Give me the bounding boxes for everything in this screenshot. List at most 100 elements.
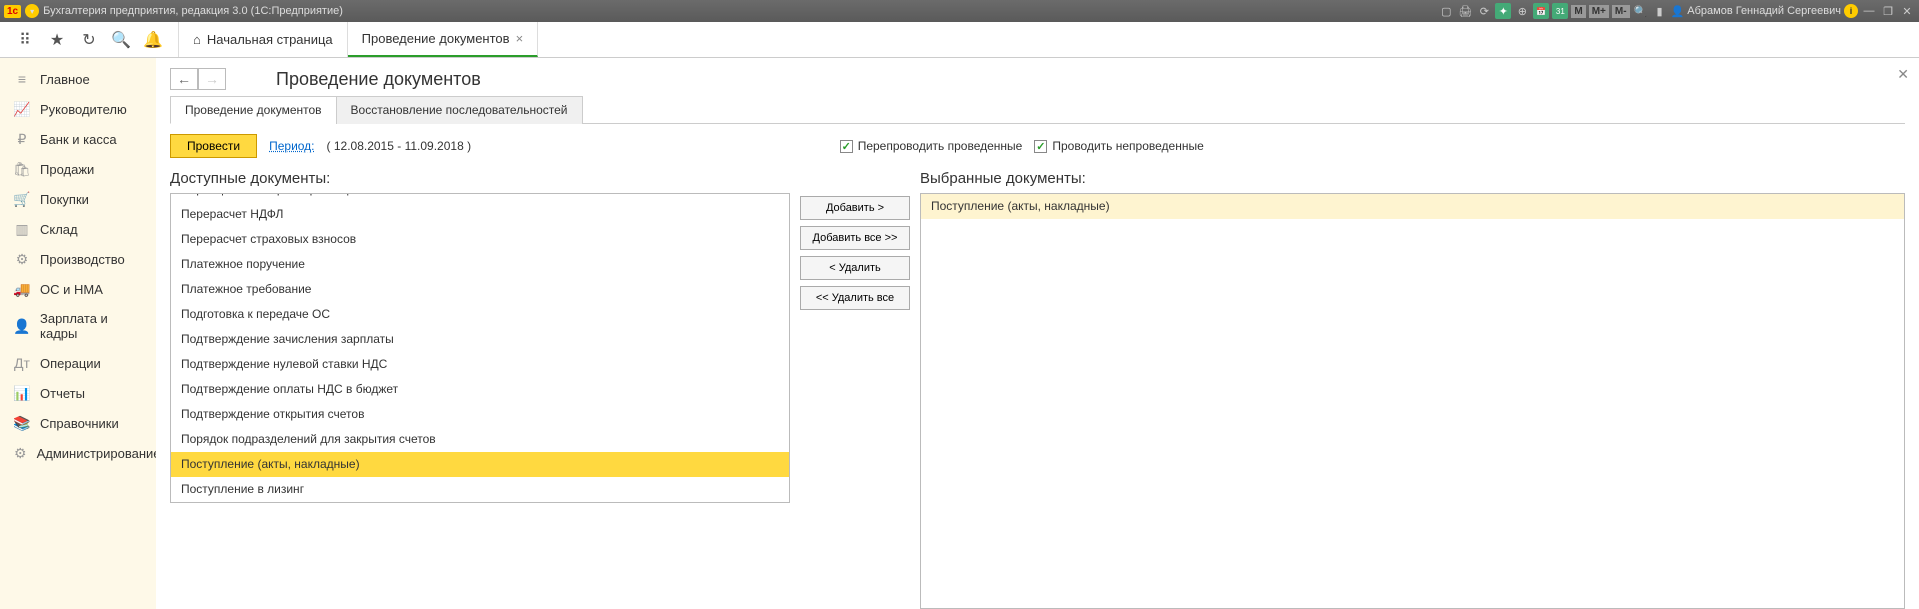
inner-tab-restore[interactable]: Восстановление последовательностей <box>336 96 583 124</box>
sidebar-item-label: Руководителю <box>40 102 127 117</box>
bar-icon[interactable]: ▮ <box>1652 3 1668 19</box>
list-item[interactable]: Порядок подразделений для закрытия счето… <box>171 427 789 452</box>
remove-button[interactable]: < Удалить <box>800 256 910 280</box>
sidebar-item-2[interactable]: ₽ Банк и касса <box>0 124 156 154</box>
sidebar-item-11[interactable]: 📚 Справочники <box>0 408 156 438</box>
sidebar-icon: ⚙ <box>14 445 27 461</box>
available-title: Доступные документы: <box>170 168 790 189</box>
sidebar-item-7[interactable]: 🚚ОС и НМА <box>0 274 156 304</box>
tb-icon-4[interactable]: ✦ <box>1495 3 1511 19</box>
m-minus-btn[interactable]: M- <box>1612 5 1630 18</box>
sidebar-item-12[interactable]: ⚙Администрирование <box>0 438 156 468</box>
search-icon[interactable]: 🔍 <box>112 31 130 49</box>
chk-repost-label: Перепроводить проведенные <box>858 139 1023 153</box>
chk-post-unposted[interactable]: ✓ Проводить непроведенные <box>1034 139 1203 153</box>
tab-home[interactable]: ⌂ Начальная страница <box>179 22 348 57</box>
sidebar-item-label: Главное <box>40 72 90 87</box>
sidebar-item-9[interactable]: ДтОперации <box>0 348 156 378</box>
list-item[interactable]: Подготовка к передаче ОС <box>171 302 789 327</box>
sidebar-item-label: Администрирование <box>37 446 161 461</box>
sidebar-icon: 🛒 <box>14 191 30 207</box>
dropdown-icon[interactable]: ▾ <box>25 4 39 18</box>
list-item[interactable]: Переоценка товаров в рознице <box>171 193 789 202</box>
window-minimize[interactable]: — <box>1861 3 1877 19</box>
tab-home-label: Начальная страница <box>207 32 333 47</box>
list-item[interactable]: Перерасчет страховых взносов <box>171 227 789 252</box>
sidebar-icon: 📚 <box>14 415 30 431</box>
app-logo-icon: 1c <box>4 5 21 18</box>
tab-close-icon[interactable]: × <box>516 31 524 46</box>
tab-current[interactable]: Проведение документов × <box>348 22 539 57</box>
run-button[interactable]: Провести <box>170 134 257 158</box>
sidebar-icon: 📊 <box>14 385 30 401</box>
sidebar-icon: 🛍 <box>14 161 30 177</box>
list-item[interactable]: Поступление (акты, накладные) <box>171 452 789 477</box>
content-close-icon[interactable]: ✕ <box>1897 66 1909 83</box>
sidebar-item-5[interactable]: ▥ Склад <box>0 214 156 244</box>
list-item[interactable]: Подтверждение открытия счетов <box>171 402 789 427</box>
add-all-button[interactable]: Добавить все >> <box>800 226 910 250</box>
sidebar-item-1[interactable]: 📈Руководителю <box>0 94 156 124</box>
list-item[interactable]: Платежное требование <box>171 277 789 302</box>
sidebar-icon: 🚚 <box>14 281 30 297</box>
nav-back-button[interactable]: ← <box>170 68 198 90</box>
window-close[interactable]: ✕ <box>1899 3 1915 19</box>
selected-listbox[interactable]: Поступление (акты, накладные) <box>920 193 1905 609</box>
list-item[interactable]: Поступление в лизинг <box>171 477 789 502</box>
sidebar-item-3[interactable]: 🛍Продажи <box>0 154 156 184</box>
sidebar-item-8[interactable]: 👤 Зарплата и кадры <box>0 304 156 348</box>
page-title: Проведение документов <box>276 69 481 90</box>
add-button[interactable]: Добавить > <box>800 196 910 220</box>
window-restore[interactable]: ❐ <box>1880 3 1896 19</box>
sidebar-item-label: Банк и касса <box>40 132 117 147</box>
app-title: Бухгалтерия предприятия, редакция 3.0 (1… <box>43 5 343 17</box>
sidebar-icon: ₽ <box>14 131 30 147</box>
sidebar-item-0[interactable]: ≡Главное <box>0 64 156 94</box>
list-item[interactable]: Поступление (акты, накладные) <box>921 194 1904 219</box>
sidebar: ≡Главное📈Руководителю ₽ Банк и касса 🛍Прода… <box>0 58 156 609</box>
selected-title: Выбранные документы: <box>920 168 1905 189</box>
sidebar-item-6[interactable]: ⚙Производство <box>0 244 156 274</box>
sidebar-item-label: Отчеты <box>40 386 85 401</box>
sidebar-item-4[interactable]: 🛒Покупки <box>0 184 156 214</box>
sidebar-item-label: Зарплата и кадры <box>40 311 142 341</box>
user-display[interactable]: 👤 Абрамов Геннадий Сергеевич <box>1671 5 1841 18</box>
history-icon[interactable]: ↻ <box>80 31 98 49</box>
list-item[interactable]: Подтверждение оплаты НДС в бюджет <box>171 377 789 402</box>
sidebar-item-label: Производство <box>40 252 125 267</box>
sidebar-icon: ▥ <box>14 221 30 237</box>
available-listbox[interactable]: Переоценка товаров в розницеПерерасчет Н… <box>170 193 790 503</box>
period-link[interactable]: Период: <box>269 139 314 153</box>
m-btn[interactable]: M <box>1571 5 1585 18</box>
remove-all-button[interactable]: << Удалить все <box>800 286 910 310</box>
tb-icon-5[interactable]: ⊕ <box>1514 3 1530 19</box>
info-icon[interactable]: i <box>1844 4 1858 18</box>
checkbox-icon: ✓ <box>1034 140 1047 153</box>
sidebar-item-10[interactable]: 📊 Отчеты <box>0 378 156 408</box>
apps-icon[interactable]: ⠿ <box>16 31 34 49</box>
inner-tab-posting[interactable]: Проведение документов <box>170 96 337 124</box>
m-plus-btn[interactable]: M+ <box>1589 5 1609 18</box>
star-icon[interactable]: ★ <box>48 31 66 49</box>
tb-icon-1[interactable]: ▢ <box>1438 3 1454 19</box>
date-icon[interactable]: 31 <box>1552 3 1568 19</box>
tb-icon-3[interactable]: ⟳ <box>1476 3 1492 19</box>
zoom-icon[interactable]: 🔍 <box>1633 3 1649 19</box>
sidebar-item-label: Операции <box>40 356 101 371</box>
user-name: Абрамов Геннадий Сергеевич <box>1687 5 1841 17</box>
list-item[interactable]: Перерасчет НДФЛ <box>171 202 789 227</box>
tab-current-label: Проведение документов <box>362 31 510 46</box>
list-item[interactable]: Подтверждение нулевой ставки НДС <box>171 352 789 377</box>
sidebar-item-label: Справочники <box>40 416 119 431</box>
nav-forward-button[interactable]: → <box>198 68 226 90</box>
user-icon: 👤 <box>1671 5 1685 18</box>
bell-icon[interactable]: 🔔 <box>144 31 162 49</box>
list-item[interactable]: Подтверждение зачисления зарплаты <box>171 327 789 352</box>
tb-icon-2[interactable]: 🖨 <box>1457 3 1473 19</box>
sidebar-icon: 👤 <box>14 318 30 334</box>
sidebar-item-label: Склад <box>40 222 78 237</box>
chk-post-unposted-label: Проводить непроведенные <box>1052 139 1203 153</box>
chk-repost[interactable]: ✓ Перепроводить проведенные <box>840 139 1023 153</box>
list-item[interactable]: Платежное поручение <box>171 252 789 277</box>
calendar-icon[interactable]: 📅 <box>1533 3 1549 19</box>
